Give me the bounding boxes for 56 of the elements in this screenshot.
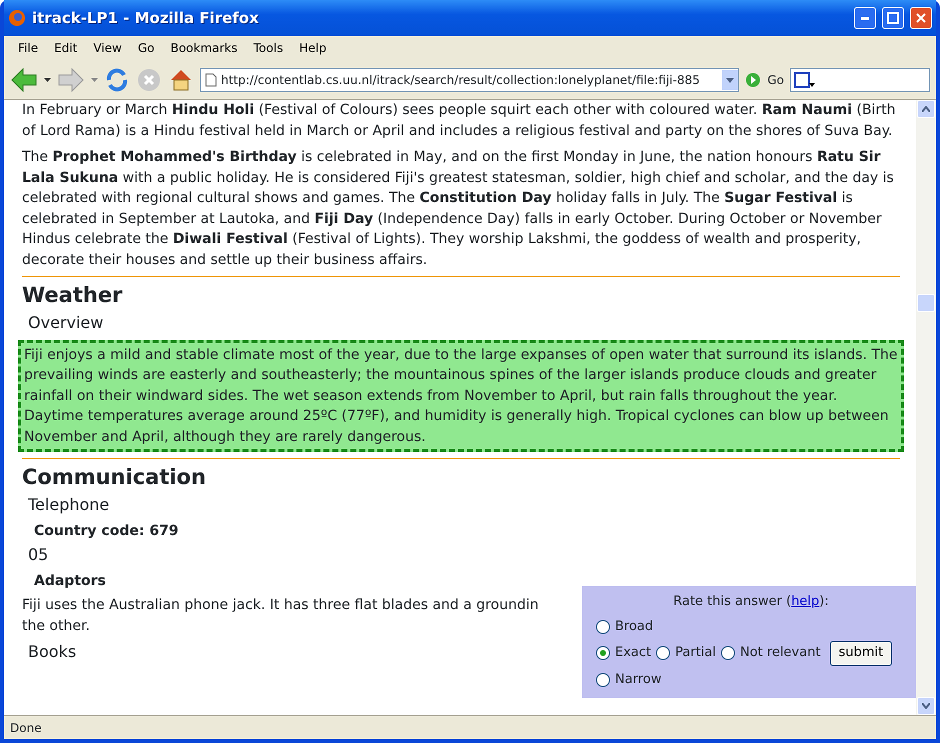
radio-button[interactable] <box>596 672 610 687</box>
menu-item[interactable]: File <box>10 39 46 57</box>
menu-item[interactable]: Bookmarks <box>162 39 246 57</box>
subheading: Books <box>28 642 76 662</box>
paragraph: Fiji uses the Australian phone jack. It has three flat blades and a groundin the other. <box>22 596 539 636</box>
down-chevron-icon <box>922 703 930 709</box>
highlighted-answer-passage: Fiji enjoys a mild and stable climate most of the year, due to the large expanses of open water that surround its islands. The prevailing winds are easterly and southeasterly; the mountainous spines of the larger islands produce clouds and greater rainfall on their windward sides. The wet season extends from November to April, but rain falls throughout the year. Daytime temperatures average around 25ºC (77ºF), and humidity is generally high. Tropical cyclones can blow up between November and April, although they are rarely dangerous. <box>18 340 904 452</box>
menu-item[interactable]: Help <box>291 39 334 57</box>
reload-icon[interactable] <box>104 66 130 92</box>
radio-button[interactable] <box>656 646 670 660</box>
minor-heading: Adaptors <box>34 572 106 590</box>
minimize-button[interactable] <box>854 7 876 29</box>
go-button[interactable]: Go <box>767 70 784 88</box>
radio-label[interactable]: Not relevant <box>740 643 821 664</box>
scrollbar-thumb[interactable] <box>917 294 935 312</box>
paragraph: In February or March Hindu Holi (Festival of Colours) sees people squirt each other with coloured water. Ram Naumi (Birth of Lord Rama) is a Hindu festival held in March or April and includes a religious festival and party on the shores of Suva Bay. <box>22 101 897 140</box>
search-engine-icon[interactable] <box>794 70 816 88</box>
submit-button[interactable]: submit <box>830 641 892 666</box>
help-link[interactable]: help <box>791 594 820 609</box>
rating-prompt: Rate this answer ( <box>673 594 792 609</box>
radio-label[interactable]: Broad <box>615 616 654 637</box>
menu-item[interactable]: Edit <box>46 39 86 57</box>
dropdown-icon[interactable] <box>722 70 738 90</box>
radio-button[interactable] <box>596 646 610 660</box>
radio-label[interactable]: Partial <box>675 643 716 664</box>
close-icon <box>916 13 926 23</box>
menu-item[interactable]: Go <box>130 39 162 57</box>
menu-item[interactable]: View <box>85 39 130 57</box>
search-field[interactable] <box>790 68 930 92</box>
subheading: Overview <box>28 313 104 334</box>
scroll-up-button[interactable] <box>917 100 935 118</box>
caret-icon[interactable] <box>44 78 51 82</box>
browser-logo-icon <box>8 9 26 27</box>
window-title: itrack-LP1 - Mozilla Firefox <box>32 8 260 29</box>
page-icon <box>205 72 217 86</box>
back-arrow-icon[interactable] <box>10 66 38 92</box>
maximize-button[interactable] <box>882 7 904 29</box>
radio-button[interactable] <box>720 646 735 660</box>
subheading: Telephone <box>28 495 110 516</box>
radio-button[interactable] <box>596 620 610 634</box>
subheading: 05 <box>28 545 48 566</box>
scroll-down-button[interactable] <box>917 697 935 715</box>
section-heading: Weather <box>22 282 122 309</box>
paragraph: The Prophet Mohammed's Birthday is celebrated in May, and on the first Monday in June, the nation honours Ratu Sir Lala Sukuna with a public holiday. He is considered Fiji's greatest statesman, soldier, high chief and scholar, and the day is celebrated with regional cultural shows and games. The Constitution Day holiday falls in July. The Sugar Festival is celebrated in September at Lautoka, and Fiji Day (Independence Day) falls in early October. During October or November Hindus celebrate the Diwali Festival (Festival of Lights). They worship Lakshmi, the goddess of wealth and prosperity, decorate their houses and settle up their business affairs. <box>22 148 895 270</box>
status-text: Done <box>10 720 42 736</box>
radio-label[interactable]: Narrow <box>615 670 662 690</box>
section-heading: Communication <box>22 464 206 491</box>
minimize-icon <box>861 16 869 20</box>
close-button[interactable] <box>910 7 932 29</box>
address-field[interactable]: http://contentlab.cs.uu.nl/itrack/search/result/collection:lonelyplanet/file:fiji-885 <box>200 68 740 92</box>
radio-label[interactable]: Exact <box>615 643 652 664</box>
rating-prompt-suffix: ): <box>819 594 829 609</box>
up-chevron-icon <box>922 106 930 112</box>
menu-item[interactable]: Tools <box>246 39 292 57</box>
maximize-icon <box>887 12 899 24</box>
minor-heading: Country code: 679 <box>34 522 179 540</box>
